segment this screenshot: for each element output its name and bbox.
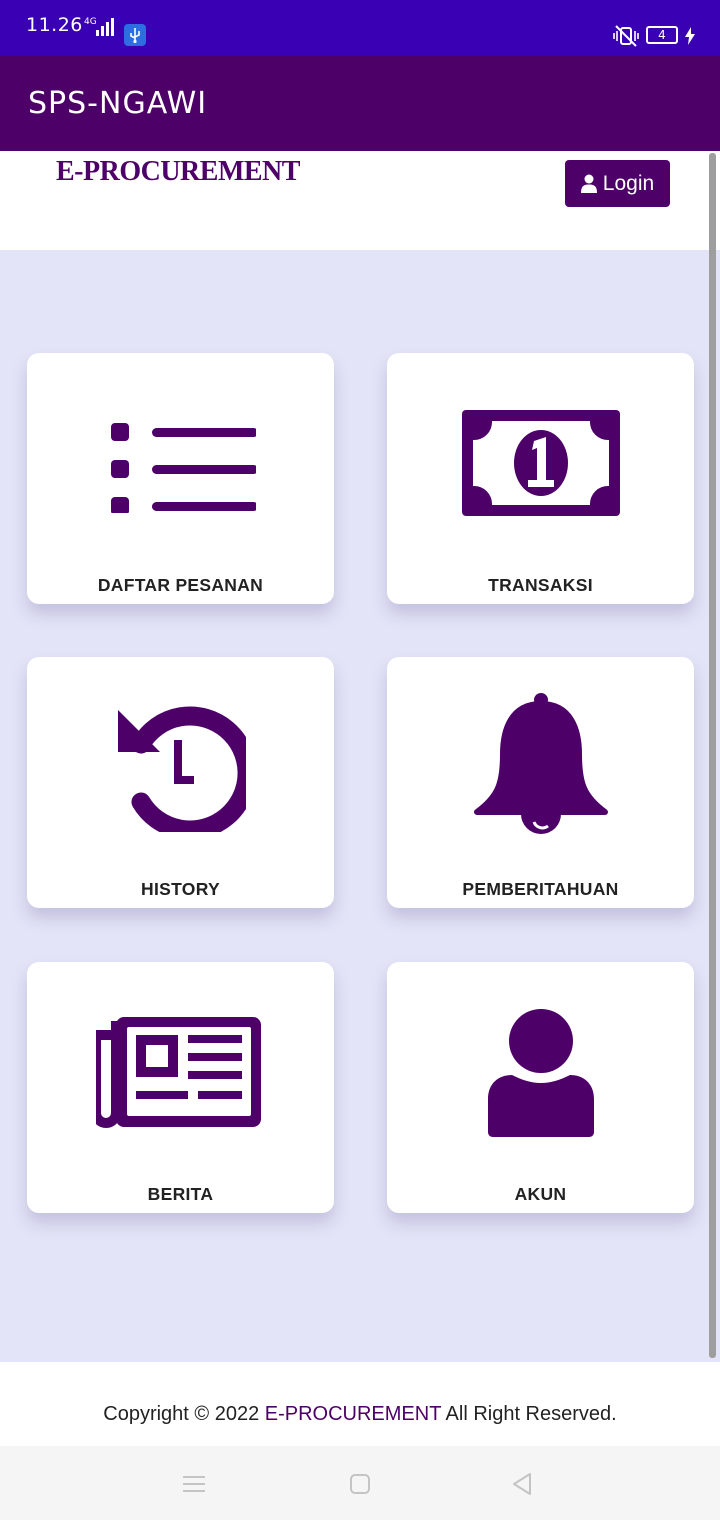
network-type-label: 4G bbox=[84, 17, 97, 27]
home-square-icon bbox=[350, 1474, 370, 1494]
menu-card-label: AKUN bbox=[514, 1184, 567, 1204]
footer-brand-link[interactable]: E-PROCUREMENT bbox=[265, 1403, 441, 1425]
list-icon bbox=[27, 393, 334, 533]
main-content: DAFTAR PESANAN TRANSAKSI HISTORY PEMBERI… bbox=[0, 250, 720, 1362]
battery-icon: 4 bbox=[646, 26, 678, 44]
copyright-text: Copyright © 2022 E-PROCUREMENT All Right… bbox=[0, 1403, 720, 1426]
bell-icon bbox=[387, 693, 694, 837]
menu-card-label: PEMBERITAHUAN bbox=[462, 879, 619, 899]
status-time: 11.26 bbox=[26, 14, 83, 36]
menu-card-label: DAFTAR PESANAN bbox=[97, 575, 264, 595]
user-icon bbox=[387, 1002, 694, 1142]
newspaper-icon bbox=[27, 1002, 334, 1142]
battery-level: 4 bbox=[658, 28, 666, 42]
user-icon bbox=[580, 174, 597, 193]
app-title: SPS-NGAWI bbox=[28, 86, 208, 121]
usb-icon bbox=[124, 24, 146, 46]
menu-icon bbox=[183, 1476, 205, 1492]
menu-card-history[interactable]: HISTORY bbox=[27, 657, 334, 908]
site-footer: Copyright © 2022 E-PROCUREMENT All Right… bbox=[0, 1362, 720, 1446]
home-button[interactable] bbox=[344, 1468, 376, 1500]
menu-card-label: TRANSAKSI bbox=[488, 575, 593, 595]
menu-card-label: BERITA bbox=[147, 1184, 214, 1204]
menu-card-transaksi[interactable]: TRANSAKSI bbox=[387, 353, 694, 604]
copyright-prefix: Copyright © 2022 bbox=[103, 1403, 265, 1425]
system-navigation-bar bbox=[0, 1446, 720, 1520]
menu-card-akun[interactable]: AKUN bbox=[387, 962, 694, 1213]
menu-card-pemberitahuan[interactable]: PEMBERITAHUAN bbox=[387, 657, 694, 908]
copyright-suffix: All Right Reserved. bbox=[441, 1403, 617, 1425]
login-label: Login bbox=[602, 171, 655, 195]
signal-icon: 4G bbox=[84, 14, 120, 44]
site-logo[interactable]: E-PROCUREMENT bbox=[56, 156, 300, 188]
recent-apps-button[interactable] bbox=[178, 1468, 210, 1500]
back-triangle-icon bbox=[513, 1473, 531, 1495]
menu-card-berita[interactable]: BERITA bbox=[27, 962, 334, 1213]
login-button[interactable]: Login bbox=[565, 160, 670, 207]
menu-card-label: HISTORY bbox=[141, 879, 220, 899]
site-header: E-PROCUREMENT Login bbox=[0, 151, 720, 250]
history-icon bbox=[27, 697, 334, 837]
scrollbar[interactable] bbox=[709, 153, 716, 1358]
back-button[interactable] bbox=[506, 1468, 538, 1500]
money-bill-icon bbox=[387, 393, 694, 533]
status-bar: 11.26 4G 4 bbox=[0, 0, 720, 56]
vibrate-off-icon bbox=[613, 25, 639, 51]
menu-card-daftar-pesanan[interactable]: DAFTAR PESANAN bbox=[27, 353, 334, 604]
app-bar: SPS-NGAWI bbox=[0, 56, 720, 151]
charging-icon bbox=[684, 27, 696, 49]
